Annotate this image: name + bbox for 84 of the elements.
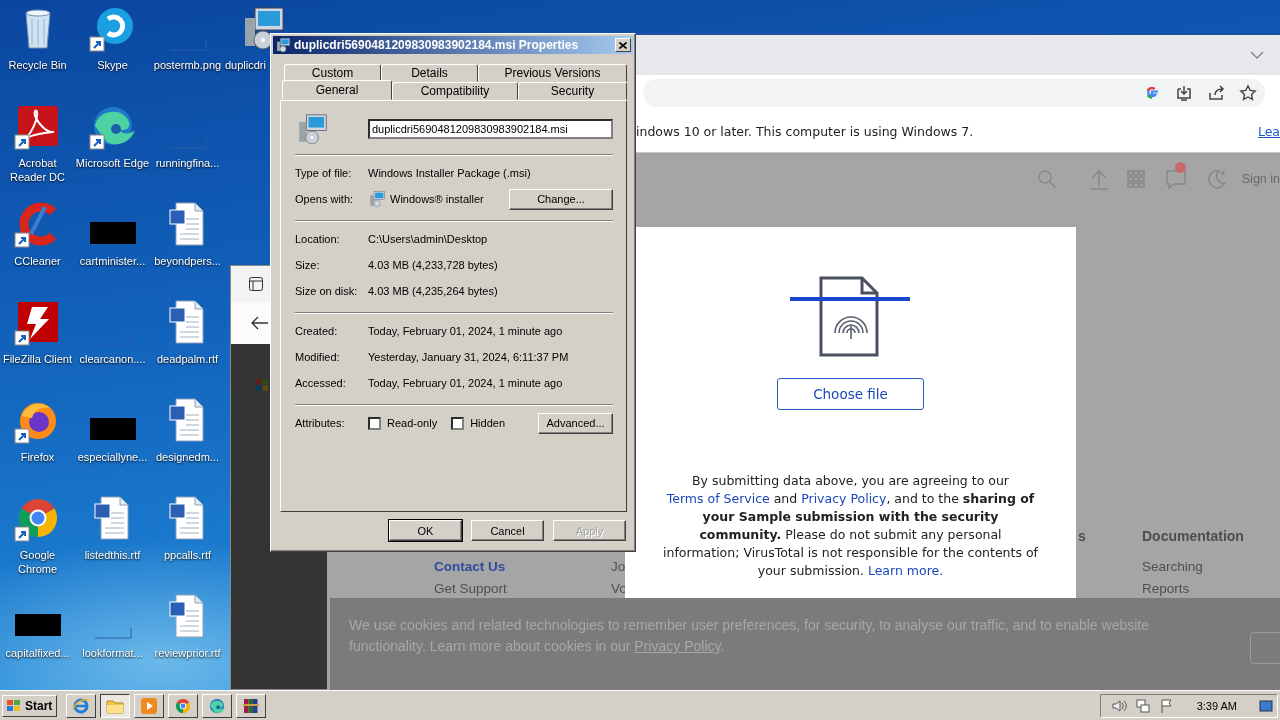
window-title: duplicdri5690481209830983902184.msi Properties — [294, 38, 580, 52]
play-icon — [140, 696, 159, 715]
icon-label[interactable]: Microsoft Edge — [75, 156, 150, 170]
star-icon[interactable] — [1239, 83, 1257, 102]
property-label: Attributes: — [295, 417, 346, 429]
property-value: Today, February 01, 2024, 1 minute ago — [368, 377, 563, 389]
footer-heading: s — [1078, 527, 1086, 546]
tab[interactable]: Compatibility — [392, 82, 518, 100]
speaker-icon[interactable] — [1110, 697, 1127, 714]
icon-label[interactable]: FileZilla Client — [2, 352, 73, 366]
icon-label[interactable]: Firefox — [20, 450, 55, 464]
property-value: 4.03 MB (4,235,264 bytes) — [368, 285, 498, 297]
icon-label[interactable]: cartminister... — [79, 254, 146, 268]
icon-label[interactable]: duplicdri — [225, 58, 266, 72]
icon-label[interactable]: Recycle Bin — [8, 58, 67, 72]
infobar-message: indows 10 or later. This computer is using Windows 7. — [636, 123, 974, 139]
tab[interactable]: General — [282, 80, 392, 100]
icon-label[interactable]: postermb.png — [153, 58, 222, 72]
infobar-link[interactable]: Lea — [1257, 123, 1280, 139]
icon-label[interactable]: listedthis.rtf — [84, 548, 141, 562]
icon-label[interactable]: runningfina... — [155, 156, 220, 170]
property-value: Today, February 01, 2024, 1 minute ago — [368, 325, 563, 337]
property-label: Accessed: — [295, 377, 347, 389]
icon-label[interactable]: Acrobat Reader DC — [0, 156, 75, 184]
property-label: Modified: — [295, 351, 341, 363]
property-label: Size: — [295, 259, 321, 271]
property-label: Created: — [295, 325, 339, 337]
file-name-field[interactable]: duplicdri5690481209830983902184.msi — [368, 119, 613, 139]
show-desktop-icon[interactable] — [1259, 698, 1273, 713]
property-label: Opens with: — [295, 193, 355, 205]
clock[interactable]: 3:39 AM — [1196, 699, 1237, 712]
browser-globe-icon — [72, 696, 91, 715]
change-button[interactable]: Change... — [509, 188, 613, 210]
file-fingerprint-icon — [789, 275, 912, 359]
dialog-button[interactable]: OK — [389, 520, 462, 541]
terms-notice: By submitting data above, you are agreeing to our Terms of Service and Privacy Policy, and to the sharing of your Sample submission with the security community. Please do not submit any personal information; VirusTotal is not responsible for the contents of your submission. Learn more. — [662, 472, 1039, 580]
icon-label[interactable]: deadpalm.rtf — [156, 352, 219, 366]
close-icon — [619, 41, 627, 49]
chevron-down-icon[interactable] — [1250, 50, 1264, 60]
close-button[interactable] — [615, 38, 631, 52]
advanced-button[interactable]: Advanced... — [538, 412, 613, 434]
checkbox[interactable] — [368, 416, 381, 430]
terms-link[interactable]: Learn more. — [867, 563, 944, 578]
icon-label[interactable]: CCleaner — [14, 254, 61, 268]
logo-icon — [256, 379, 268, 391]
install-icon[interactable] — [1175, 83, 1193, 102]
property-value: 4.03 MB (4,233,728 bytes) — [368, 259, 498, 271]
checkbox-label[interactable]: Read-only — [387, 417, 438, 429]
back-arrow-icon[interactable] — [251, 316, 269, 330]
share-icon[interactable] — [1207, 83, 1225, 102]
checkbox-label[interactable]: Hidden — [470, 417, 505, 429]
terms-link[interactable]: Privacy Policy — [801, 491, 887, 506]
network-icon[interactable] — [1134, 697, 1151, 714]
archive-books-icon — [242, 696, 261, 715]
footer-heading: Documentation — [1142, 527, 1244, 546]
tab[interactable]: Previous Versions — [478, 64, 627, 82]
taskbar-button[interactable] — [100, 693, 131, 718]
terms-link[interactable]: Terms of Service — [666, 491, 770, 506]
icon-label[interactable]: ppcalls.rtf — [163, 548, 212, 562]
icon-label[interactable]: especiallyne... — [77, 450, 148, 464]
property-value: Windows® installer — [390, 193, 484, 205]
choose-file-button[interactable]: Choose file — [777, 378, 924, 410]
installer-icon — [368, 190, 386, 208]
flag-icon[interactable] — [1158, 697, 1175, 714]
property-value: Yesterday, January 31, 2024, 6:11:37 PM — [368, 351, 569, 363]
checkbox[interactable] — [451, 416, 465, 430]
icon-label[interactable]: Skype — [97, 58, 128, 72]
start-button[interactable]: Start — [2, 694, 58, 717]
dialog-button[interactable]: Cancel — [471, 520, 544, 541]
property-label: Location: — [295, 233, 341, 245]
icon-label[interactable]: designedm... — [156, 450, 219, 464]
edge-browser-icon — [208, 696, 227, 715]
icon-label[interactable]: clearcanon.... — [79, 352, 146, 366]
icon-label[interactable]: beyondpers... — [154, 254, 221, 268]
property-value: C:\Users\admin\Desktop — [368, 233, 488, 245]
tab[interactable]: Security — [518, 82, 627, 100]
chrome-icon — [174, 696, 193, 715]
property-label: Size on disk: — [295, 285, 359, 297]
icon-label[interactable]: Google Chrome — [0, 548, 75, 576]
property-label: Type of file: — [295, 167, 353, 179]
property-value: Windows Installer Package (.msi) — [368, 167, 531, 179]
tab[interactable]: Details — [381, 64, 478, 82]
windows-logo-icon — [6, 698, 22, 713]
tab-icon[interactable] — [248, 276, 264, 292]
